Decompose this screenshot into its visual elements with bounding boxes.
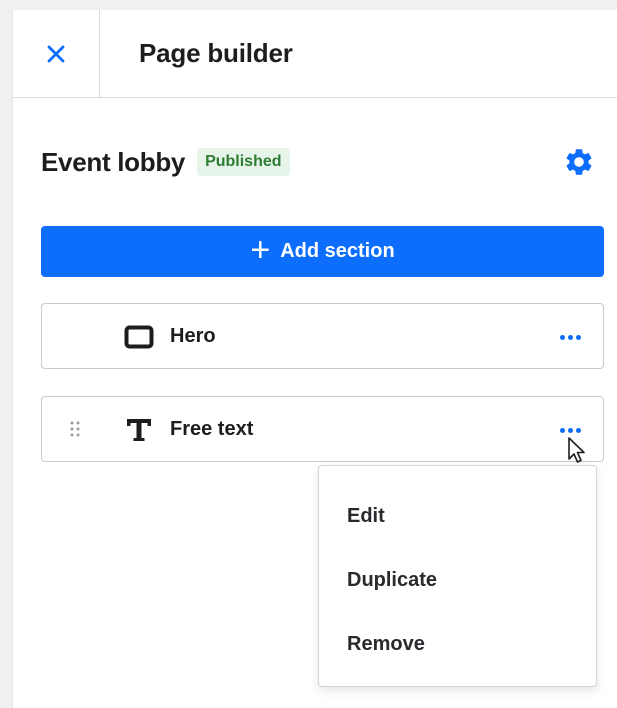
menu-item-remove[interactable]: Remove bbox=[319, 620, 596, 668]
close-button[interactable] bbox=[13, 10, 100, 97]
add-section-label: Add section bbox=[280, 240, 395, 262]
plus-icon: + bbox=[250, 230, 271, 269]
menu-item-duplicate[interactable]: Duplicate bbox=[319, 556, 596, 604]
drag-handle-icon[interactable] bbox=[68, 419, 82, 439]
page-title: Event lobby bbox=[41, 146, 186, 177]
section-label: Free text bbox=[170, 418, 254, 440]
section-context-menu: Edit Duplicate Remove bbox=[318, 465, 597, 687]
page-settings-button[interactable] bbox=[561, 144, 597, 180]
close-icon bbox=[47, 45, 65, 62]
more-icon bbox=[559, 427, 581, 433]
status-badge: Published bbox=[197, 148, 290, 176]
rectangle-icon bbox=[124, 322, 154, 352]
panel-header: Page builder bbox=[13, 10, 617, 98]
mouse-cursor-icon bbox=[568, 437, 585, 463]
section-label: Hero bbox=[170, 325, 216, 347]
page-builder-panel: Page builder Event lobby Published + Add… bbox=[12, 10, 617, 708]
panel-title: Page builder bbox=[139, 38, 293, 68]
gear-icon bbox=[566, 149, 592, 175]
section-item-hero[interactable]: Hero bbox=[41, 303, 604, 369]
page-title-row: Event lobby Published bbox=[41, 144, 290, 180]
menu-item-edit[interactable]: Edit bbox=[319, 492, 596, 540]
text-icon bbox=[124, 415, 154, 445]
section-item-free-text[interactable]: Free text bbox=[41, 396, 604, 462]
section-more-button[interactable] bbox=[552, 322, 588, 352]
add-section-button[interactable]: + Add section bbox=[41, 226, 604, 277]
more-icon bbox=[559, 334, 581, 340]
